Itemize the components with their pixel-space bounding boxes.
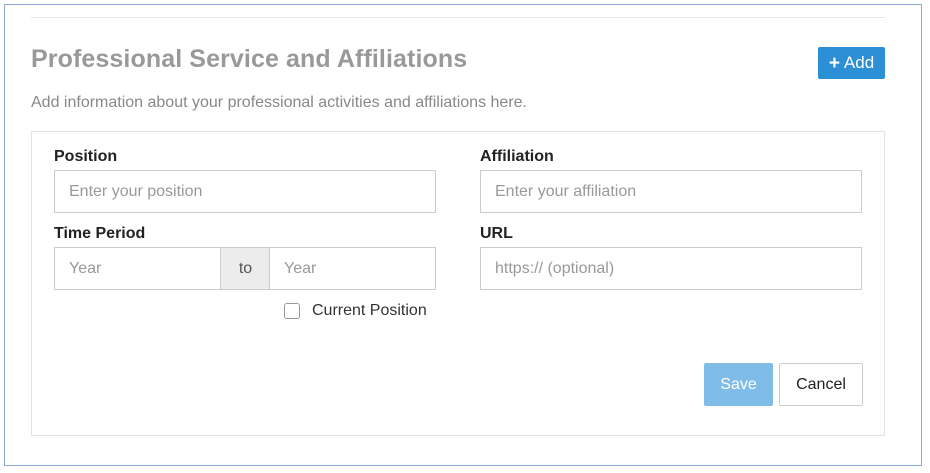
top-divider (31, 17, 885, 18)
time-period-separator: to (221, 247, 270, 290)
affiliation-label: Affiliation (480, 148, 554, 165)
position-input[interactable] (54, 170, 436, 213)
url-input[interactable] (480, 247, 862, 290)
affiliation-form: Position Affiliation Time Period to URL … (31, 131, 885, 436)
section-frame: Professional Service and Affiliations + … (4, 4, 922, 466)
url-label: URL (480, 225, 513, 242)
start-year-input[interactable] (54, 247, 221, 290)
end-year-input[interactable] (269, 247, 436, 290)
save-button[interactable]: Save (704, 363, 773, 406)
cancel-button[interactable]: Cancel (779, 363, 863, 406)
section-title: Professional Service and Affiliations (31, 45, 468, 73)
plus-icon: + (828, 52, 840, 74)
add-button-label: Add (843, 53, 875, 72)
time-period-label: Time Period (54, 225, 146, 242)
position-label: Position (54, 148, 118, 165)
add-button[interactable]: + Add (818, 47, 885, 79)
section-description: Add information about your professional … (31, 94, 527, 111)
current-position-label: Current Position (312, 302, 427, 319)
current-position-toggle[interactable]: Current Position (284, 302, 427, 320)
current-position-checkbox[interactable] (284, 303, 300, 319)
affiliation-input[interactable] (480, 170, 862, 213)
